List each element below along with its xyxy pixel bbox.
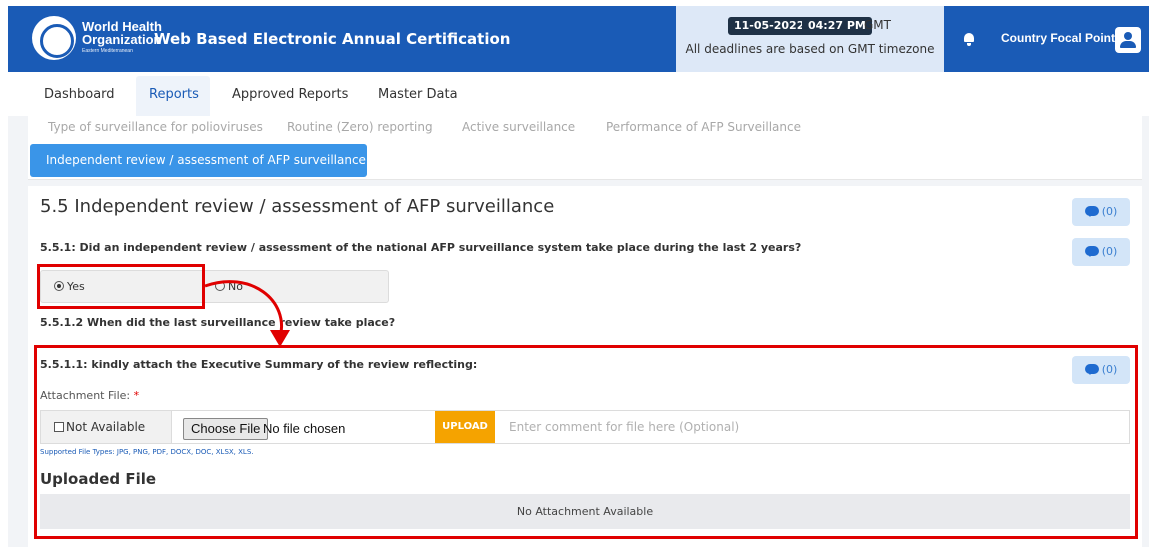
subtab-bar: Type of surveillance for polioviruses Ro… — [28, 116, 1142, 180]
section-title: 5.5 Independent review / assessment of A… — [40, 196, 554, 217]
subtab-afp-performance[interactable]: Performance of AFP Surveillance — [606, 120, 801, 134]
comment-icon — [1084, 206, 1099, 217]
deadline-note: All deadlines are based on GMT timezone — [685, 42, 935, 56]
question-5-5-1-2: 5.5.1.2 When did the last surveillance r… — [40, 316, 396, 329]
highlight-attachment-box — [34, 345, 1138, 539]
bell-icon[interactable] — [963, 33, 975, 46]
org-line-2: Organization — [82, 32, 162, 47]
comment-icon — [1084, 246, 1099, 257]
subtab-surveillance-type[interactable]: Type of surveillance for polioviruses — [48, 120, 263, 134]
question-5-5-1: 5.5.1: Did an independent review / asses… — [40, 241, 802, 254]
q1-comment-button[interactable]: (0) — [1072, 238, 1130, 266]
org-sub: Eastern Mediterranean — [82, 48, 133, 54]
date-box: 11-05-2022 04:27 PM GMT All deadlines ar… — [676, 6, 944, 72]
radio-unchecked-icon — [215, 281, 225, 291]
timezone-label: GMT — [864, 18, 891, 32]
main-nav: Dashboard Reports Approved Reports Maste… — [8, 72, 1149, 116]
org-name: World Health Organization Eastern Medite… — [82, 20, 162, 55]
radio-no-label: No — [228, 280, 243, 293]
nav-reports[interactable]: Reports — [149, 87, 199, 102]
user-avatar-icon[interactable] — [1115, 27, 1141, 53]
user-role[interactable]: Country Focal Point — [1001, 31, 1115, 45]
nav-approved-reports[interactable]: Approved Reports — [232, 87, 348, 102]
app-header: World Health Organization Eastern Medite… — [8, 6, 1149, 72]
date-pill: 11-05-2022 — [728, 17, 811, 35]
highlight-yes-box — [37, 264, 205, 309]
time-pill: 04:27 PM — [802, 17, 872, 35]
section-comment-button[interactable]: (0) — [1072, 198, 1130, 226]
section-number: 5.5 — [40, 196, 69, 217]
radio-no[interactable]: No — [215, 280, 243, 293]
subtab-zero-reporting[interactable]: Routine (Zero) reporting — [287, 120, 433, 134]
nav-master-data[interactable]: Master Data — [378, 87, 458, 102]
comment-count: (0) — [1101, 205, 1118, 218]
section-title-text: Independent review / assessment of AFP s… — [74, 196, 555, 217]
nav-dashboard[interactable]: Dashboard — [44, 87, 115, 102]
subtab-active-surveillance[interactable]: Active surveillance — [462, 120, 575, 134]
who-logo-icon — [32, 16, 76, 60]
app-title: Web Based Electronic Annual Certificatio… — [154, 30, 511, 48]
subtab-independent-review[interactable]: Independent review / assessment of AFP s… — [30, 144, 367, 177]
comment-count: (0) — [1101, 245, 1118, 258]
